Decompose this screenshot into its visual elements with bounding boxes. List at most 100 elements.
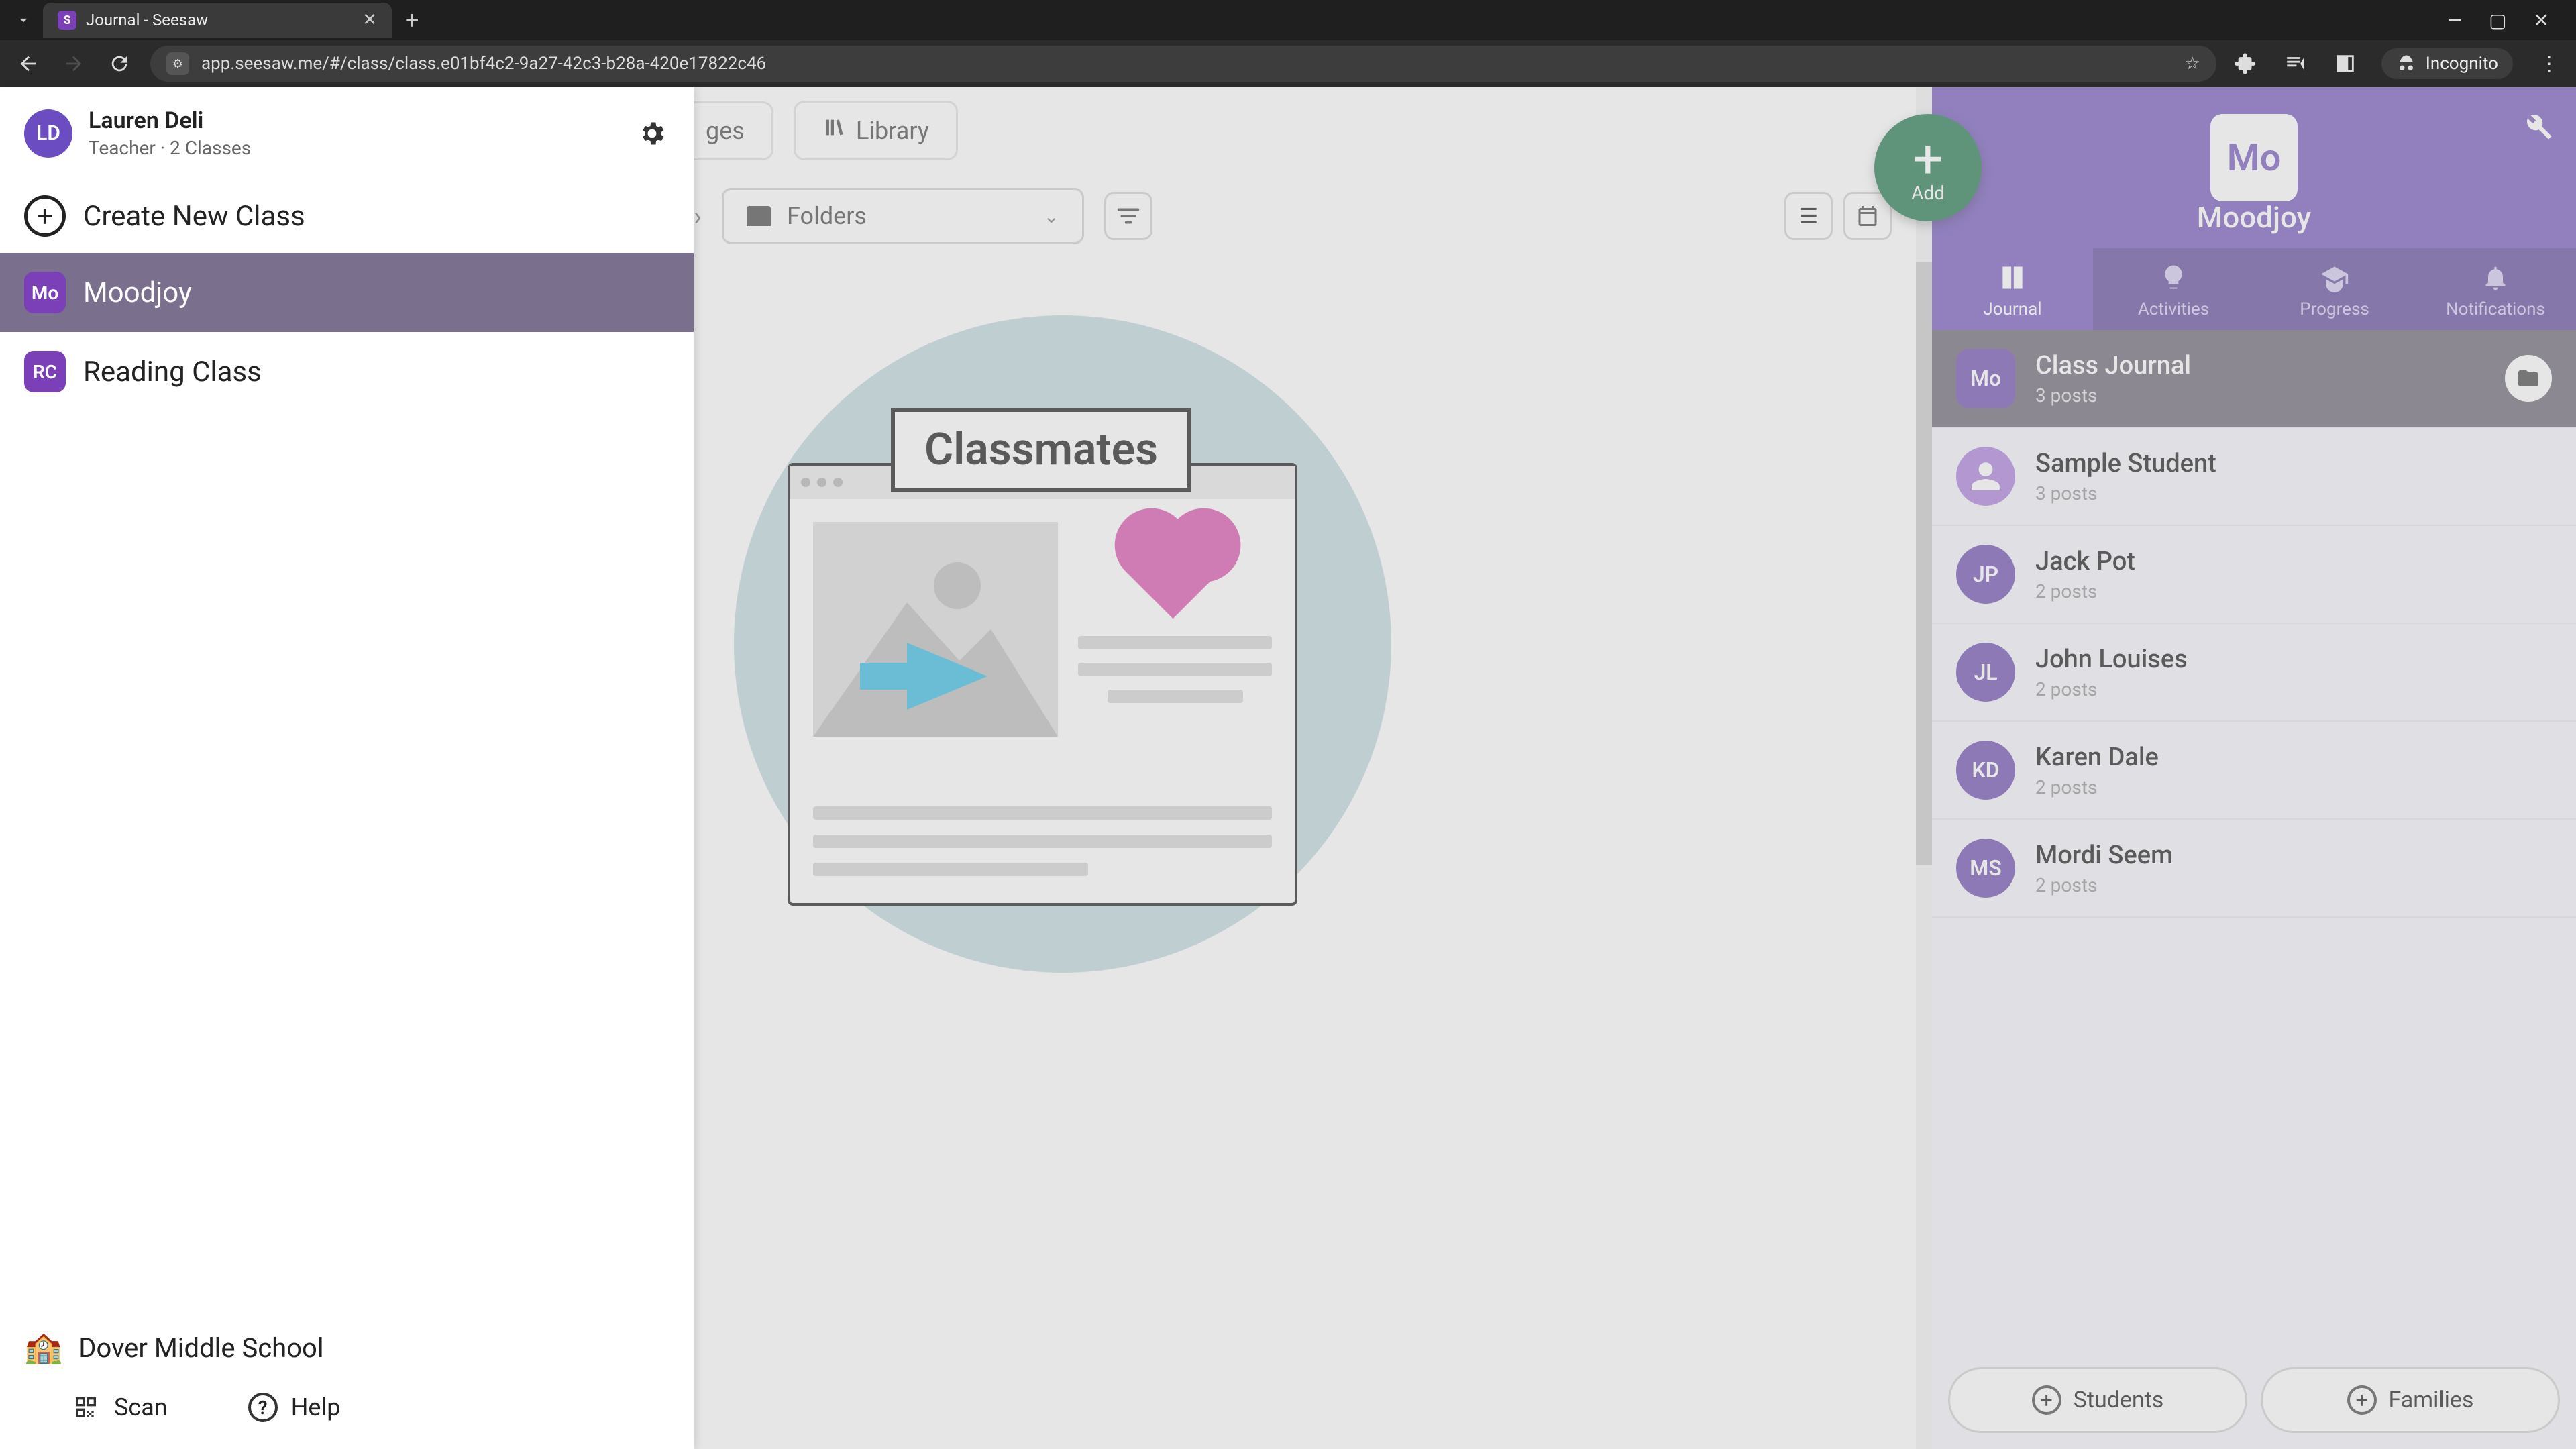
school-name: Dover Middle School xyxy=(78,1332,323,1364)
school-icon: 🏫 xyxy=(24,1330,62,1366)
folder-icon xyxy=(747,206,771,226)
row-avatar xyxy=(1956,447,2015,506)
class-badge: Mo xyxy=(24,272,66,313)
create-new-class-button[interactable]: + Create New Class xyxy=(0,179,694,253)
tab-progress[interactable]: Progress xyxy=(2254,248,2415,330)
site-settings-icon[interactable]: ⚙ xyxy=(166,52,189,75)
add-button[interactable]: + Add xyxy=(1874,114,1982,221)
filter-settings-button[interactable] xyxy=(1104,192,1152,240)
folders-dropdown[interactable]: Folders ⌄ xyxy=(722,188,1084,244)
close-tab-icon[interactable]: ✕ xyxy=(362,10,377,30)
row-avatar: JL xyxy=(1956,643,2015,702)
new-tab-button[interactable]: + xyxy=(394,6,429,34)
graduation-icon xyxy=(2318,262,2351,294)
journal-icon xyxy=(1996,262,2029,294)
right-panel: + Add Mo Moodjoy Journal Activities xyxy=(1932,87,2576,1449)
reload-button[interactable] xyxy=(105,49,134,78)
center-scrollbar[interactable] xyxy=(1916,87,1932,1449)
help-button[interactable]: ? Help xyxy=(248,1393,341,1422)
browser-menu-icon[interactable]: ⋮ xyxy=(2536,50,2563,77)
url-field[interactable]: ⚙ app.seesaw.me/#/class/class.e01bf4c2-9… xyxy=(150,46,2216,82)
seesaw-favicon: S xyxy=(58,11,76,30)
row-avatar: JP xyxy=(1956,545,2015,604)
url-text: app.seesaw.me/#/class/class.e01bf4c2-9a2… xyxy=(201,54,766,74)
tab-library[interactable]: Library xyxy=(794,101,958,160)
class-list: Mo Moodjoy RC Reading Class xyxy=(0,253,694,411)
right-panel-header: + Add Mo Moodjoy xyxy=(1932,87,2576,248)
class-drawer: LD Lauren Deli Teacher · 2 Classes + Cre… xyxy=(0,87,694,1449)
add-students-button[interactable]: + Students xyxy=(1948,1367,2247,1433)
qr-icon xyxy=(71,1393,101,1422)
journal-row-mordi-seem[interactable]: MS Mordi Seem 2 posts xyxy=(1932,820,2576,918)
tab-notifications[interactable]: Notifications xyxy=(2415,248,2576,330)
row-name: Sample Student xyxy=(2035,449,2216,478)
chevron-down-icon: ⌄ xyxy=(1044,205,1059,227)
add-families-button[interactable]: + Families xyxy=(2261,1367,2560,1433)
hero-card: Classmates xyxy=(788,463,1297,906)
drawer-footer: 🏫 Dover Middle School Scan ? Help xyxy=(0,1309,694,1449)
row-posts: 3 posts xyxy=(2035,482,2216,504)
hero-label: Classmates xyxy=(891,408,1191,492)
tab-activities[interactable]: Activities xyxy=(2093,248,2254,330)
hero-image-placeholder xyxy=(813,522,1058,737)
reading-list-icon[interactable] xyxy=(2282,50,2309,77)
browser-tab[interactable]: S Journal - Seesaw ✕ xyxy=(43,3,392,38)
class-name-label: Reading Class xyxy=(83,356,262,388)
maximize-icon[interactable]: ▢ xyxy=(2489,9,2506,32)
journal-row-class-journal[interactable]: Mo Class Journal 3 posts xyxy=(1932,330,2576,428)
students-label: Students xyxy=(2074,1387,2164,1413)
user-role: Teacher · 2 Classes xyxy=(89,137,251,159)
families-label: Families xyxy=(2389,1387,2474,1413)
extensions-icon[interactable] xyxy=(2233,50,2259,77)
class-avatar-large[interactable]: Mo xyxy=(2210,114,2298,201)
toolbar-icons: Incognito ⋮ xyxy=(2233,48,2563,79)
hero-circle: Classmates xyxy=(734,315,1391,973)
row-name: Jack Pot xyxy=(2035,547,2135,576)
bell-icon xyxy=(2479,262,2512,294)
row-posts: 3 posts xyxy=(2035,384,2191,407)
class-item-reading[interactable]: RC Reading Class xyxy=(0,332,694,411)
plus-icon: + xyxy=(1913,132,1943,186)
back-button[interactable] xyxy=(13,49,43,78)
school-row[interactable]: 🏫 Dover Middle School xyxy=(24,1330,669,1366)
incognito-indicator[interactable]: Incognito xyxy=(2381,48,2513,79)
user-avatar[interactable]: LD xyxy=(24,109,72,158)
plus-icon: + xyxy=(2347,1385,2377,1415)
tab-label: Notifications xyxy=(2446,299,2545,319)
journal-list[interactable]: Mo Class Journal 3 posts Sample Student xyxy=(1932,330,2576,1351)
drawer-header: LD Lauren Deli Teacher · 2 Classes xyxy=(0,87,694,179)
chevron-right-icon[interactable]: › xyxy=(694,201,702,232)
journal-row-jack-pot[interactable]: JP Jack Pot 2 posts xyxy=(1932,526,2576,624)
row-posts: 2 posts xyxy=(2035,874,2173,896)
list-view-button[interactable]: ☰ xyxy=(1784,192,1833,240)
scan-label: Scan xyxy=(114,1393,168,1421)
journal-row-sample-student[interactable]: Sample Student 3 posts xyxy=(1932,428,2576,526)
journal-row-john-louises[interactable]: JL John Louises 2 posts xyxy=(1932,624,2576,722)
row-avatar: MS xyxy=(1956,839,2015,898)
bookmark-star-icon[interactable]: ☆ xyxy=(2184,54,2200,74)
library-label: Library xyxy=(856,117,929,145)
journal-row-karen-dale[interactable]: KD Karen Dale 2 posts xyxy=(1932,722,2576,820)
side-panel-icon[interactable] xyxy=(2332,50,2359,77)
folder-action-icon[interactable] xyxy=(2505,355,2552,402)
user-info: Lauren Deli Teacher · 2 Classes xyxy=(89,107,251,159)
tab-messages-partial[interactable]: ges xyxy=(694,101,773,160)
center-column: ges Library › Folders ⌄ xyxy=(694,87,1932,1449)
class-settings-wrench-icon[interactable] xyxy=(2520,109,2560,149)
settings-gear-icon[interactable] xyxy=(635,116,669,151)
tab-label: Activities xyxy=(2138,299,2209,319)
minimize-icon[interactable]: — xyxy=(2447,9,2462,32)
arrow-right-icon xyxy=(907,643,987,710)
row-posts: 2 posts xyxy=(2035,776,2159,798)
scan-button[interactable]: Scan xyxy=(71,1393,168,1422)
close-window-icon[interactable]: ✕ xyxy=(2534,9,2549,32)
hero-body xyxy=(790,499,1295,759)
address-bar: ⚙ app.seesaw.me/#/class/class.e01bf4c2-9… xyxy=(0,40,2576,87)
help-label: Help xyxy=(291,1393,341,1421)
tab-search-dropdown[interactable] xyxy=(7,3,40,37)
tab-journal[interactable]: Journal xyxy=(1932,248,2093,330)
filter-row: › Folders ⌄ ☰ xyxy=(694,188,1892,244)
class-name-heading: Moodjoy xyxy=(2197,200,2311,235)
class-item-moodjoy[interactable]: Mo Moodjoy xyxy=(0,253,694,332)
forward-button[interactable] xyxy=(59,49,89,78)
